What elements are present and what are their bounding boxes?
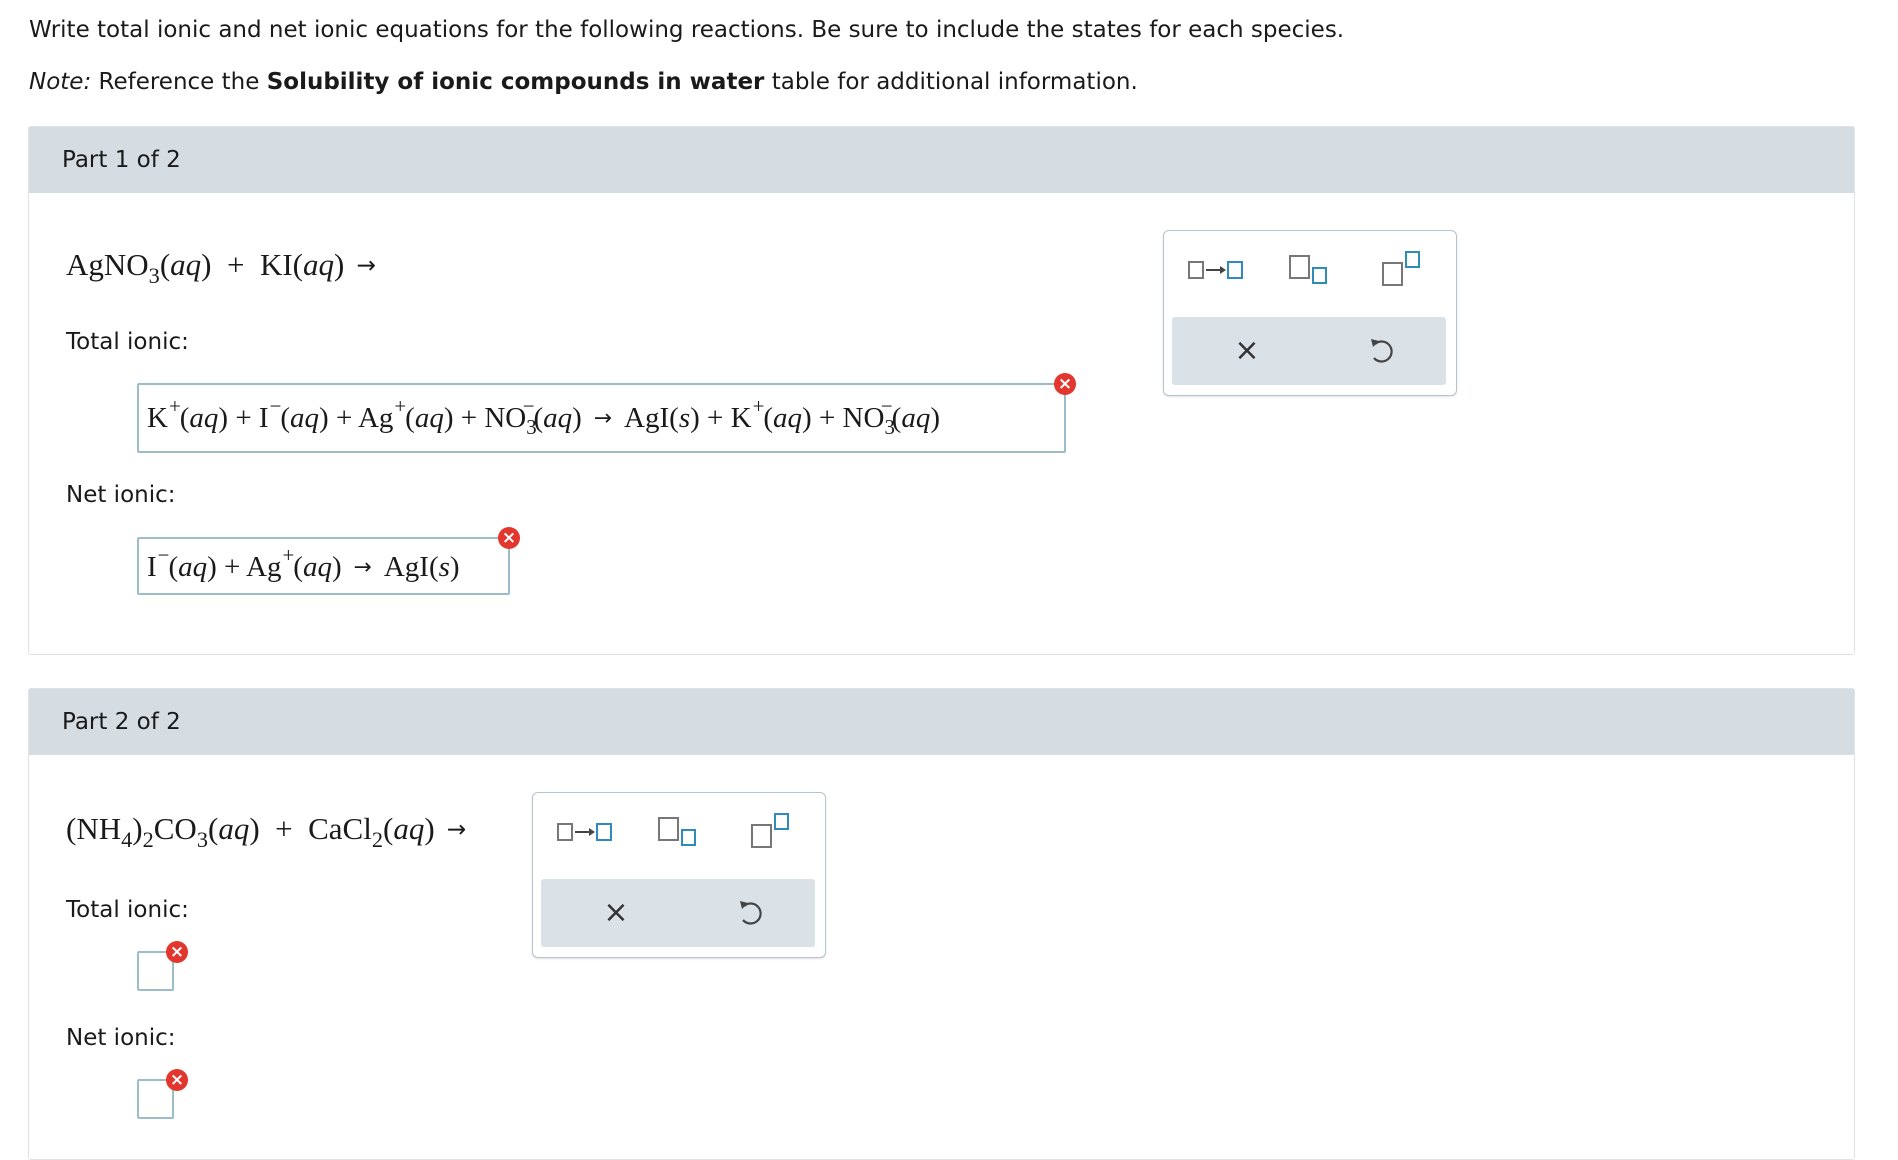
part-1-net-ionic-input[interactable]: I−(aq) + Ag+(aq) → AgI(s) [137, 537, 510, 595]
note-text-after: table for additional information. [764, 69, 1138, 95]
subscript-template-icon[interactable] [1287, 249, 1333, 289]
note-text: Note: Reference the Solubility of ionic … [29, 68, 1138, 96]
solubility-table-link[interactable]: Solubility of ionic compounds in water [267, 69, 765, 95]
toolbar-action-row: × [1172, 317, 1446, 385]
superscript-template-icon[interactable] [749, 811, 795, 851]
part-2-equation-toolbar: × [532, 792, 826, 958]
part-2-total-error-icon: × [166, 941, 188, 963]
clear-button[interactable]: × [1227, 331, 1267, 371]
undo-icon[interactable] [1362, 331, 1402, 371]
part-1-total-label: Total ionic: [66, 329, 189, 355]
undo-icon[interactable] [731, 893, 771, 933]
template-button-row [533, 793, 825, 873]
part-1-equation-toolbar: × [1163, 230, 1457, 396]
template-button-row [1164, 231, 1456, 311]
note-prefix: Note: [29, 69, 92, 95]
part-1-total-error-icon: × [1054, 373, 1076, 395]
part-1-net-error-icon: × [498, 527, 520, 549]
part-2-panel: Part 2 of 2 (NH4)2CO3(aq) + CaCl2(aq) → T… [28, 688, 1855, 1160]
superscript-template-icon[interactable] [1380, 249, 1426, 289]
part-1-panel: Part 1 of 2 AgNO3(aq) + KI(aq) → Total io… [28, 126, 1855, 655]
part-2-net-error-icon: × [166, 1069, 188, 1091]
part-2-title: Part 2 of 2 [29, 689, 1854, 755]
part-1-title: Part 1 of 2 [29, 127, 1854, 193]
subscript-template-icon[interactable] [656, 811, 702, 851]
part-1-net-label: Net ionic: [66, 482, 176, 508]
part-1-total-ionic-input[interactable]: K+(aq) + I−(aq) + Ag+(aq) + NO3−(aq) → AgI… [137, 383, 1066, 453]
part-2-reaction: (NH4)2CO3(aq) + CaCl2(aq) → [66, 811, 467, 852]
part-1-reaction: AgNO3(aq) + KI(aq) → [66, 247, 376, 288]
part-2-total-label: Total ionic: [66, 897, 189, 923]
arrow-template-icon[interactable] [555, 811, 615, 851]
arrow-template-icon[interactable] [1186, 249, 1246, 289]
clear-button[interactable]: × [596, 893, 636, 933]
note-text-before: Reference the [91, 69, 267, 95]
instructions-text: Write total ionic and net ionic equation… [29, 17, 1345, 43]
part-2-net-label: Net ionic: [66, 1025, 176, 1051]
toolbar-action-row: × [541, 879, 815, 947]
